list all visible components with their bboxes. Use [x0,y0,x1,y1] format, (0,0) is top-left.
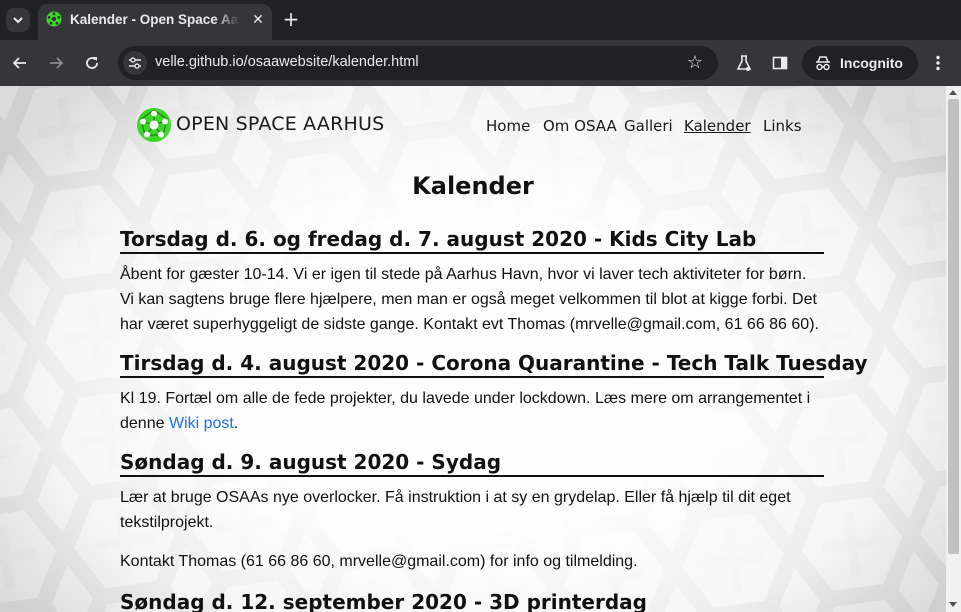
labs-flask-icon[interactable] [732,51,756,75]
nav-om-osaa[interactable]: Om OSAA [543,117,617,135]
site-info-icon[interactable] [123,51,147,75]
event-description: Lær at bruge OSAAs nye overlocker. Få in… [120,489,791,531]
osaa-logo-icon[interactable] [136,107,172,143]
event-description-text: . [233,415,239,432]
address-bar[interactable]: velle.github.io/osaawebsite/kalender.htm… [118,46,718,80]
scroll-down-arrow-icon[interactable] [949,602,957,607]
nav-links[interactable]: Links [763,117,802,135]
nav-galleri[interactable]: Galleri [624,117,673,135]
incognito-icon [816,56,830,71]
reload-icon[interactable] [80,51,104,75]
tab-strip: Kalender - Open Space Aarhus ✕ + [0,0,961,40]
nav-home[interactable]: Home [486,117,530,135]
event-contact: Kontakt Thomas (61 66 86 60, mrvelle@gma… [120,553,638,570]
event-title: Søndag d. 12. september 2020 - 3D printe… [120,590,824,612]
url-text[interactable]: velle.github.io/osaawebsite/kalender.htm… [155,54,419,70]
nav-kalender[interactable]: Kalender [684,117,751,135]
favicon [46,11,62,27]
incognito-label: Incognito [840,55,903,71]
side-panel-icon[interactable] [768,51,792,75]
page-scrollbar[interactable] [946,86,961,612]
event-title: Søndag d. 9. august 2020 - Sydag [120,450,824,477]
new-tab-icon[interactable]: + [280,8,302,30]
event-title: Tirsdag d. 4. august 2020 - Corona Quara… [120,351,868,378]
back-icon[interactable] [8,51,32,75]
forward-icon[interactable] [44,51,68,75]
tab-search-icon[interactable] [6,8,30,32]
page-content: OPEN SPACE AARHUS Home Om OSAA Galleri K… [0,86,946,612]
event-description: Åbent for gæster 10-14. Vi er igen til s… [120,266,819,333]
incognito-indicator[interactable]: Incognito [802,46,918,80]
page-viewport: OPEN SPACE AARHUS Home Om OSAA Galleri K… [0,86,946,612]
tab-title: Kalender - Open Space Aarhus [70,12,240,27]
event-title: Torsdag d. 6. og fredag d. 7. august 202… [120,227,824,254]
wiki-post-link[interactable]: Wiki post [169,415,234,432]
browser-tab[interactable]: Kalender - Open Space Aarhus ✕ [38,4,272,40]
menu-dots-icon[interactable] [926,51,950,75]
site-name[interactable]: OPEN SPACE AARHUS [176,113,384,135]
event-description: Kl 19. Fortæl om alle de fede projekter,… [120,386,824,436]
browser-toolbar: velle.github.io/osaawebsite/kalender.htm… [0,40,961,86]
scroll-up-arrow-icon[interactable] [949,90,957,95]
scroll-thumb[interactable] [948,99,959,554]
bookmark-star-icon[interactable]: ☆ [684,52,706,74]
page-title: Kalender [412,172,534,200]
close-icon[interactable]: ✕ [248,10,268,30]
